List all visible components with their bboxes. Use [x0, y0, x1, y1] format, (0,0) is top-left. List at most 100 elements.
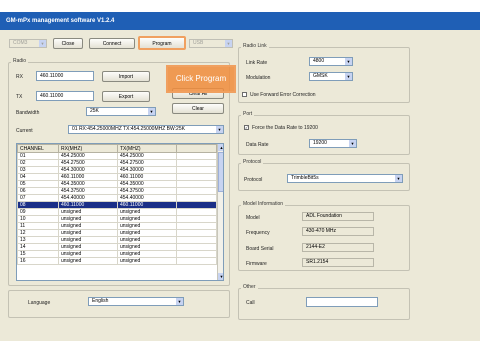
- language-label: Language: [28, 300, 51, 306]
- rx-cell: unsigned: [58, 229, 118, 237]
- force-rate-checkbox[interactable]: ✓: [244, 125, 249, 130]
- data-rate-label: Data Rate: [246, 142, 269, 148]
- rx-label: RX: [16, 74, 23, 80]
- import-button[interactable]: Import: [102, 71, 150, 82]
- protocol-select[interactable]: TrimbleBit5s ▼: [287, 174, 403, 183]
- table-row[interactable]: 12 unsigned unsigned: [17, 229, 217, 237]
- scroll-up-arrow-icon[interactable]: ▲: [218, 144, 223, 151]
- table-row[interactable]: 07 454.40000 454.40000: [17, 194, 217, 202]
- letterbox-top: [0, 0, 480, 12]
- channel-cell: 16: [17, 257, 59, 265]
- table-scrollbar[interactable]: ▲ ▼: [217, 144, 223, 280]
- radio-group-title: Radio: [11, 58, 29, 64]
- data-rate-select[interactable]: 19200 ▼: [309, 139, 357, 148]
- tx-cell: unsigned: [117, 222, 177, 230]
- chevron-down-icon: ▼: [216, 126, 223, 133]
- blank-cell: [176, 236, 217, 244]
- chevron-down-icon: ▼: [349, 140, 356, 147]
- table-row[interactable]: 06 454.37500 454.37500: [17, 187, 217, 195]
- tx-input[interactable]: 460.11000: [36, 91, 94, 101]
- tx-label: TX: [16, 94, 23, 100]
- channel-cell: 11: [17, 222, 59, 230]
- table-row[interactable]: 03 454.30000 454.30000: [17, 166, 217, 174]
- table-row[interactable]: 04 460.11000 460.11000: [17, 173, 217, 181]
- channel-cell: 09: [17, 208, 59, 216]
- table-row[interactable]: 09 unsigned unsigned: [17, 208, 217, 216]
- tx-cell: 460.11000: [117, 201, 177, 209]
- close-button[interactable]: Close: [53, 38, 83, 49]
- language-select[interactable]: English ▼: [88, 297, 184, 306]
- current-select[interactable]: 01 RX:454.25000MHZ TX:454.25000MHZ BW:25…: [68, 125, 224, 134]
- rx-cell: 454.40000: [58, 194, 118, 202]
- clear-button[interactable]: Clear: [172, 103, 224, 114]
- blank-cell: [176, 257, 217, 265]
- table-row[interactable]: 01 454.25000 454.25000: [17, 152, 217, 160]
- model-info-title: Model Information: [241, 201, 286, 207]
- scroll-thumb[interactable]: [218, 152, 223, 192]
- rx-input[interactable]: 460.11000: [36, 71, 94, 81]
- channel-cell: 07: [17, 194, 59, 202]
- blank-cell: [176, 152, 217, 160]
- blank-cell: [176, 243, 217, 251]
- col-header-channel[interactable]: CHANNEL: [17, 144, 59, 153]
- connect-button[interactable]: Connect: [89, 38, 135, 49]
- scroll-down-arrow-icon[interactable]: ▼: [218, 273, 223, 280]
- protocol-label: Protocol: [244, 177, 263, 183]
- rx-cell: unsigned: [58, 243, 118, 251]
- rx-cell: unsigned: [58, 236, 118, 244]
- blank-cell: [176, 173, 217, 181]
- tx-cell: unsigned: [117, 236, 177, 244]
- chevron-down-icon: ▼: [148, 108, 155, 115]
- language-select-value: English: [92, 298, 109, 304]
- channel-cell: 03: [17, 166, 59, 174]
- rx-cell: unsigned: [58, 250, 118, 258]
- chevron-down-icon: ▼: [345, 58, 352, 65]
- channel-cell: 12: [17, 229, 59, 237]
- blank-cell: [176, 215, 217, 223]
- table-row[interactable]: 13 unsigned unsigned: [17, 236, 217, 244]
- channel-cell: 05: [17, 180, 59, 188]
- port-select[interactable]: COM3 ▼: [9, 39, 47, 48]
- col-header-rx[interactable]: RX(MHZ): [58, 144, 118, 153]
- model-label: Model: [246, 215, 260, 221]
- protocol-select-value: TrimbleBit5s: [291, 175, 319, 181]
- firmware-label: Firmware: [246, 261, 267, 267]
- rx-cell: 454.35000: [58, 180, 118, 188]
- call-input[interactable]: [306, 297, 378, 307]
- table-row[interactable]: 05 454.35000 454.35000: [17, 180, 217, 188]
- blank-cell: [176, 159, 217, 167]
- blank-cell: [176, 229, 217, 237]
- link-rate-select[interactable]: 4800 ▼: [309, 57, 353, 66]
- current-label: Current: [16, 128, 33, 134]
- col-header-blank: [176, 144, 217, 153]
- table-row[interactable]: 11 unsigned unsigned: [17, 222, 217, 230]
- rx-cell: unsigned: [58, 208, 118, 216]
- tx-cell: unsigned: [117, 257, 177, 265]
- link-rate-label: Link Rate: [246, 60, 268, 66]
- table-row[interactable]: 10 unsigned unsigned: [17, 215, 217, 223]
- channel-cell: 15: [17, 250, 59, 258]
- tx-cell: 454.35000: [117, 180, 177, 188]
- bandwidth-select[interactable]: 25K ▼: [86, 107, 156, 116]
- table-row[interactable]: 02 454.27500 454.27500: [17, 159, 217, 167]
- tx-cell: unsigned: [117, 250, 177, 258]
- channel-cell: 13: [17, 236, 59, 244]
- mode-select[interactable]: USB ▼: [189, 39, 233, 48]
- program-button[interactable]: Program: [138, 36, 186, 50]
- rx-cell: 454.30000: [58, 166, 118, 174]
- link-rate-select-value: 4800: [313, 58, 325, 64]
- board-serial-label: Board Serial: [246, 246, 274, 252]
- table-row[interactable]: 16 unsigned unsigned: [17, 257, 217, 265]
- chevron-down-icon: ▼: [395, 175, 402, 182]
- fec-checkbox[interactable]: [242, 92, 247, 97]
- table-row[interactable]: 14 unsigned unsigned: [17, 243, 217, 251]
- modulation-select[interactable]: GMSK ▼: [309, 72, 353, 81]
- col-header-tx[interactable]: TX(MHZ): [117, 144, 177, 153]
- channel-cell: 14: [17, 243, 59, 251]
- rx-cell: 454.37500: [58, 187, 118, 195]
- export-button[interactable]: Export: [102, 91, 150, 102]
- port-select-value: COM3: [13, 40, 28, 46]
- table-row[interactable]: 08 460.11000 460.11000: [17, 201, 217, 209]
- blank-cell: [176, 201, 217, 209]
- table-row[interactable]: 15 unsigned unsigned: [17, 250, 217, 258]
